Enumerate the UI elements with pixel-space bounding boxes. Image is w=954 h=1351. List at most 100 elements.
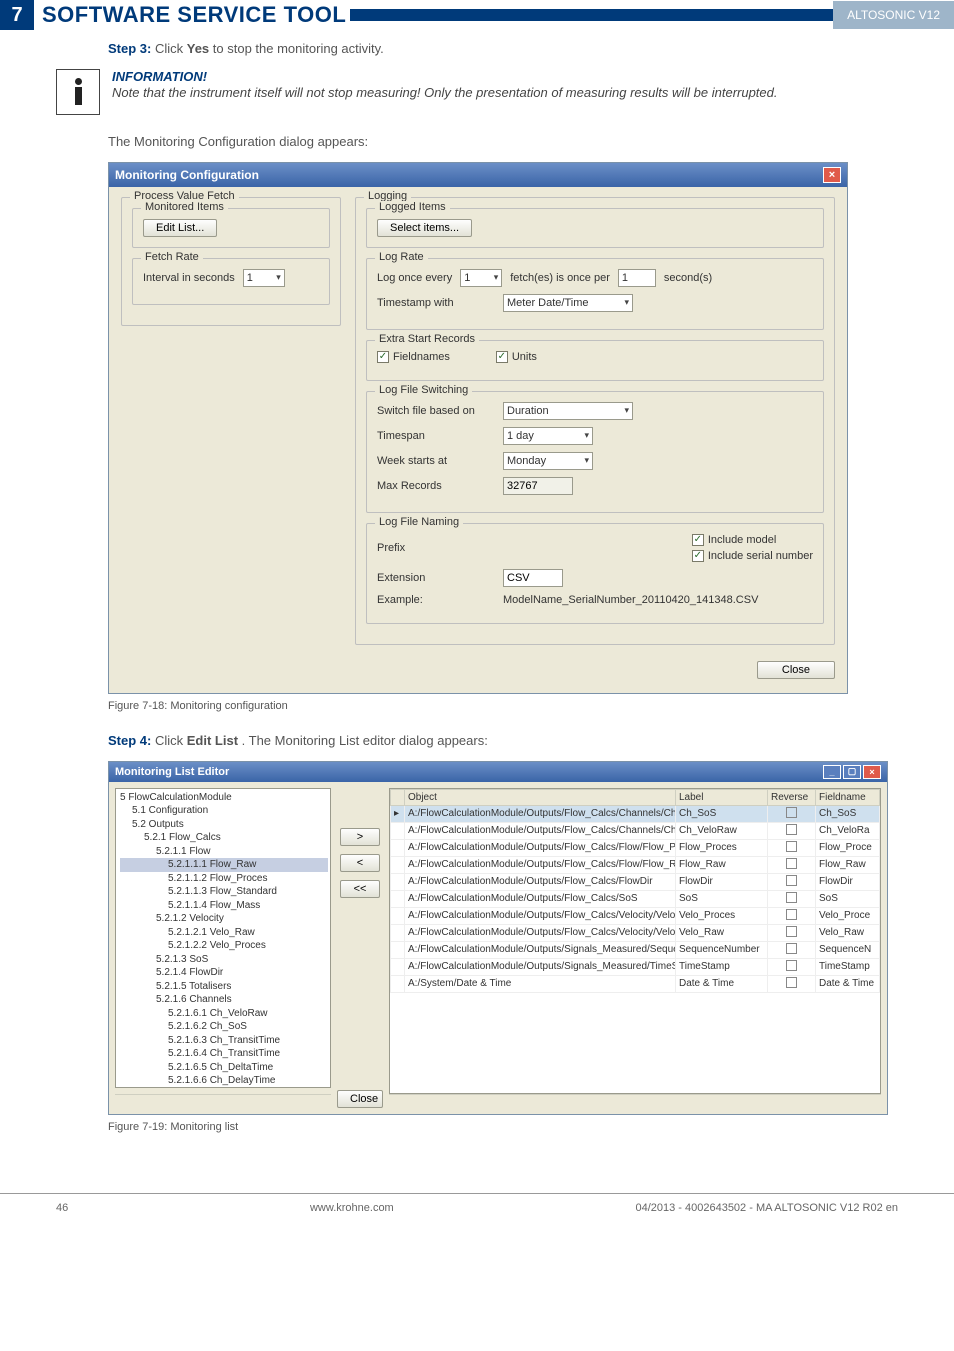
tree-node[interactable]: 5.1 Configuration <box>120 804 328 818</box>
tree-node[interactable]: 5.2.1 Flow_Calcs <box>120 831 328 845</box>
tree-node[interactable]: 5.2.1.6.2 Ch_SoS <box>120 1020 328 1034</box>
tree-node[interactable]: 5 FlowCalculationModule <box>120 791 328 805</box>
tree-node[interactable]: 5.2.1.6.5 Ch_DeltaTime <box>120 1061 328 1075</box>
step-4: Step 4: Click Edit List . The Monitoring… <box>108 732 898 751</box>
section-title: SOFTWARE SERVICE TOOL <box>42 2 346 28</box>
info-icon <box>56 69 100 115</box>
selected-items-table[interactable]: Object Label Reverse Fieldname ▸A:/FlowC… <box>389 788 881 1094</box>
table-row[interactable]: A:/System/Date & TimeDate & TimeDate & T… <box>391 975 880 992</box>
table-row[interactable]: A:/FlowCalculationModule/Outputs/Flow_Ca… <box>391 907 880 924</box>
log-file-switching-group: Log File Switching Switch file based onD… <box>366 391 824 513</box>
intro-2: The Monitoring Configuration dialog appe… <box>108 133 898 152</box>
section-number: 7 <box>0 0 34 30</box>
transfer-buttons: > < << Close <box>337 788 383 1108</box>
table-row[interactable]: A:/FlowCalculationModule/Outputs/Flow_Ca… <box>391 873 880 890</box>
minimize-icon[interactable]: _ <box>823 765 841 779</box>
once-per-readonly: 1 <box>618 269 656 287</box>
move-right-button[interactable]: > <box>340 828 380 846</box>
log-every-select[interactable]: 1▾ <box>460 269 502 287</box>
units-checkbox[interactable]: ✓Units <box>496 351 537 363</box>
extension-input[interactable] <box>503 569 563 587</box>
tree-node[interactable]: 5.2.1.2.2 Velo_Proces <box>120 939 328 953</box>
include-serial-checkbox[interactable]: ✓Include serial number <box>692 550 813 562</box>
weekstart-select[interactable]: Monday▾ <box>503 452 593 470</box>
product-badge: ALTOSONIC V12 <box>833 1 954 29</box>
col-label[interactable]: Label <box>676 789 768 805</box>
extra-start-records-group: Extra Start Records ✓Fieldnames ✓Units <box>366 340 824 381</box>
tree-node[interactable]: 5.2.1.1.2 Flow_Proces <box>120 872 328 886</box>
tree-node[interactable]: 5.2.1.5 Totalisers <box>120 980 328 994</box>
tree-node[interactable]: 5.2 Outputs <box>120 818 328 832</box>
information-callout: INFORMATION! Note that the instrument it… <box>56 69 898 115</box>
info-title: INFORMATION! <box>112 69 778 84</box>
tree-node[interactable]: 5.2.1.4 FlowDir <box>120 966 328 980</box>
tree-node[interactable]: 5.2.1.6 Channels <box>120 993 328 1007</box>
timespan-select[interactable]: 1 day▾ <box>503 427 593 445</box>
col-object[interactable]: Object <box>405 789 676 805</box>
tree-node[interactable]: 5.2.1.2 Velocity <box>120 912 328 926</box>
log-file-naming-group: Log File Naming Prefix ✓Include model ✓I… <box>366 523 824 624</box>
page-number: 46 <box>56 1202 68 1214</box>
tree-node[interactable]: 5.2.1.1.4 Flow_Mass <box>120 899 328 913</box>
example-value: ModelName_SerialNumber_20110420_141348.C… <box>503 594 758 606</box>
tree-node[interactable]: 5.2.1.1 Flow <box>120 845 328 859</box>
table-row[interactable]: A:/FlowCalculationModule/Outputs/Flow_Ca… <box>391 856 880 873</box>
maximize-icon[interactable]: ▢ <box>843 765 861 779</box>
dialog-title: Monitoring Configuration <box>115 168 259 182</box>
figure-7-18-caption: Figure 7-18: Monitoring configuration <box>108 700 898 712</box>
select-items-button[interactable]: Select items... <box>377 219 472 237</box>
step-4-label: Step 4: <box>108 733 151 748</box>
footer-site: www.krohne.com <box>310 1202 394 1214</box>
switch-file-select[interactable]: Duration▾ <box>503 402 633 420</box>
edit-list-button[interactable]: Edit List... <box>143 219 217 237</box>
tree-node[interactable]: 5.2.1.3 SoS <box>120 953 328 967</box>
logged-items-group: Logged Items Select items... <box>366 208 824 248</box>
dialog2-title: Monitoring List Editor <box>115 766 229 778</box>
move-all-left-button[interactable]: << <box>340 880 380 898</box>
fetch-rate-group: Fetch Rate Interval in seconds 1▾ <box>132 258 330 305</box>
interval-label: Interval in seconds <box>143 272 235 284</box>
logging-group: Logging Logged Items Select items... Log… <box>355 197 835 645</box>
table-row[interactable]: A:/FlowCalculationModule/Outputs/Flow_Ca… <box>391 839 880 856</box>
close-icon[interactable]: × <box>823 167 841 183</box>
fieldnames-checkbox[interactable]: ✓Fieldnames <box>377 351 450 363</box>
figure-7-19-caption: Figure 7-19: Monitoring list <box>108 1121 898 1133</box>
table-row[interactable]: A:/FlowCalculationModule/Outputs/Signals… <box>391 958 880 975</box>
move-left-button[interactable]: < <box>340 854 380 872</box>
table-row[interactable]: A:/FlowCalculationModule/Outputs/Flow_Ca… <box>391 822 880 839</box>
table-row[interactable]: A:/FlowCalculationModule/Outputs/Flow_Ca… <box>391 890 880 907</box>
close-button[interactable]: Close <box>757 661 835 679</box>
step-3-yes: Yes <box>187 41 209 56</box>
editor-close-button[interactable]: Close <box>337 1090 383 1108</box>
tree-scrollbar[interactable] <box>115 1094 331 1108</box>
timestamp-select[interactable]: Meter Date/Time▾ <box>503 294 633 312</box>
tree-node[interactable]: 5.2.1.2.1 Velo_Raw <box>120 926 328 940</box>
tree-node[interactable]: 5.2.1.1.3 Flow_Standard <box>120 885 328 899</box>
table-row[interactable]: ▸A:/FlowCalculationModule/Outputs/Flow_C… <box>391 805 880 822</box>
monitored-items-group: Monitored Items Edit List... <box>132 208 330 248</box>
tree-panel[interactable]: 5 FlowCalculationModule5.1 Configuration… <box>115 788 331 1088</box>
close-icon[interactable]: × <box>863 765 881 779</box>
tree-node[interactable]: 5.2.1.6.4 Ch_TransitTime <box>120 1047 328 1061</box>
info-text: INFORMATION! Note that the instrument it… <box>112 69 778 102</box>
log-rate-group: Log Rate Log once every 1▾ fetch(es) is … <box>366 258 824 330</box>
max-records-input <box>503 477 573 495</box>
col-reverse[interactable]: Reverse <box>768 789 816 805</box>
table-row[interactable]: A:/FlowCalculationModule/Outputs/Flow_Ca… <box>391 924 880 941</box>
tree-node[interactable]: 5.2.1.6.6 Ch_DelayTime <box>120 1074 328 1088</box>
header-rule <box>350 9 833 21</box>
include-model-checkbox[interactable]: ✓Include model <box>692 534 813 546</box>
tree-node[interactable]: 5.2.1.6.1 Ch_VeloRaw <box>120 1007 328 1021</box>
table-scrollbar[interactable] <box>389 1094 881 1108</box>
step-3: Step 3: Click Yes to stop the monitoring… <box>108 40 898 59</box>
page-footer: 46 www.krohne.com 04/2013 - 4002643502 -… <box>0 1193 954 1230</box>
footer-doc: 04/2013 - 4002643502 - MA ALTOSONIC V12 … <box>635 1202 898 1214</box>
tree-node[interactable]: 5.2.1.1.1 Flow_Raw <box>120 858 328 872</box>
col-fieldname[interactable]: Fieldname <box>816 789 880 805</box>
tree-node[interactable]: 5.2.1.6.3 Ch_TransitTime <box>120 1034 328 1048</box>
monitoring-list-editor-dialog: Monitoring List Editor _ ▢ × 5 FlowCalcu… <box>108 761 888 1115</box>
interval-select[interactable]: 1▾ <box>243 269 285 287</box>
dialog-titlebar[interactable]: Monitoring Configuration × <box>109 163 847 187</box>
table-row[interactable]: A:/FlowCalculationModule/Outputs/Signals… <box>391 941 880 958</box>
dialog2-titlebar[interactable]: Monitoring List Editor _ ▢ × <box>109 762 887 782</box>
